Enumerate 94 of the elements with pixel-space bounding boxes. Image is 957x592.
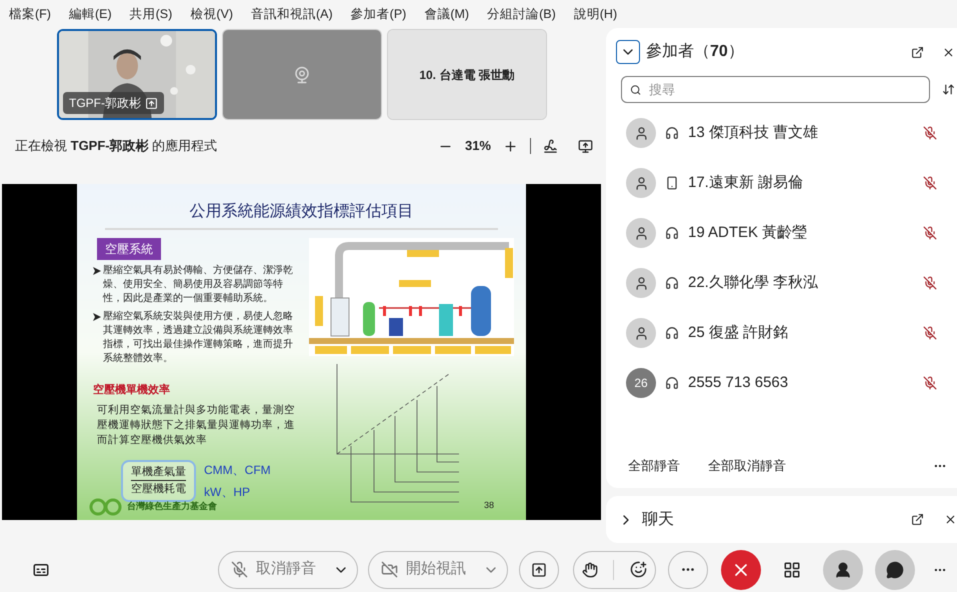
screen-button[interactable] [578, 138, 593, 154]
participant-name: 17.遠東新 謝易倫 [688, 172, 804, 193]
video-tile[interactable] [222, 29, 382, 120]
participant-row[interactable]: 26 2555 713 6563 [606, 358, 957, 408]
zoom-in-button[interactable] [503, 138, 518, 154]
search-icon [630, 84, 642, 96]
menu-item[interactable]: 編輯(E) [68, 5, 112, 24]
phone-icon [665, 176, 679, 190]
participant-name: 19 ADTEK 黃齡瑩 [688, 222, 808, 243]
person-icon [634, 326, 648, 340]
video-tile[interactable]: 10. 台達電 張世勳 [387, 29, 547, 120]
formula-denominator: 空壓機耗電 [131, 482, 186, 497]
participant-name: 25 復盛 許財銘 [688, 322, 790, 343]
avatar: 26 [626, 368, 656, 398]
participant-row[interactable]: 25 復盛 許財銘 [606, 308, 957, 358]
leave-button[interactable] [721, 550, 761, 590]
panel-title: 參加者（70） [646, 42, 745, 62]
menu-item[interactable]: 參加者(P) [350, 5, 406, 24]
headset-icon [665, 126, 679, 140]
video-tile[interactable]: TGPF-郭政彬 [57, 29, 217, 120]
action-link[interactable]: 全部取消靜音 [708, 456, 786, 476]
camera-icon [293, 66, 311, 84]
logo-icon [89, 498, 123, 516]
chat-bubble-icon [886, 560, 904, 578]
participant-row[interactable]: 22.久聯化學 李秋泓 [606, 258, 957, 308]
pop-out-icon[interactable] [911, 513, 924, 526]
headset-icon [665, 226, 679, 240]
viewing-status: 正在檢視 TGPF-郭政彬 的應用程式 [15, 137, 218, 156]
person-icon [634, 176, 648, 190]
participants-button[interactable] [823, 550, 863, 590]
logo-text: 台灣綠色生產力基金會 [127, 500, 217, 514]
menu-item[interactable]: 會議(M) [424, 5, 470, 24]
bullet-text: 壓縮空氣具有易於傳輸、方便儲存、潔淨乾燥、使用安全、簡易使用及容易調節等特性，因此是產業的一個重要輔助系統。 [103, 264, 294, 306]
bullet-text: 壓縮空氣系統安裝與使用方便，易使人忽略其運轉效率，透過建立設備與系統運轉效率指標，可找出最佳操作運轉策略，進而提升系統整體效率。 [103, 310, 294, 366]
sharing-icon [145, 96, 158, 110]
unmute-button[interactable]: 取消靜音 [218, 550, 358, 588]
action-link[interactable]: 全部靜音 [628, 456, 680, 476]
slide-paragraph: 可利用空氣流量計與多功能電表，量測空壓機運轉狀態下之排氣量與運轉功率，進而計算空壓機供氣效率 [96, 402, 296, 448]
unit-text: CMM、CFM [204, 462, 271, 478]
search-input[interactable]: 搜尋 [649, 80, 921, 100]
page-number: 38 [484, 498, 494, 512]
menu-item[interactable]: 共用(S) [130, 5, 172, 24]
bullet-arrow-icon [93, 267, 101, 275]
person-icon [634, 276, 648, 290]
video-off-icon [381, 561, 398, 578]
participant-name: 2555 713 6563 [688, 372, 790, 393]
slide-heading: 空壓機單機效率 [93, 382, 171, 398]
close-icon[interactable] [942, 46, 955, 58]
mic-off-icon[interactable] [923, 126, 937, 140]
mic-off-icon[interactable] [923, 276, 937, 290]
collapse-button[interactable] [616, 40, 640, 64]
participant-row[interactable]: 19 ADTEK 黃齡瑩 [606, 208, 957, 258]
raise-hand-button[interactable] [582, 562, 598, 578]
mic-off-icon[interactable] [923, 376, 937, 390]
participant-name: TGPF-郭政彬 [69, 95, 141, 112]
section-label: 空壓系統 [97, 238, 161, 260]
participant-row[interactable]: 17.遠東新 謝易倫 [606, 158, 957, 208]
sort-icon[interactable] [942, 83, 955, 96]
headset-icon [665, 326, 679, 340]
formula-numerator: 單機產氣量 [131, 464, 186, 481]
mic-off-icon [231, 561, 248, 578]
person-icon [834, 560, 852, 578]
menu-item[interactable]: 檢視(V) [190, 5, 233, 24]
start-video-button[interactable]: 開始視訊 [368, 550, 508, 588]
menu-item[interactable]: 檔案(F) [9, 5, 51, 24]
annotate-button[interactable] [543, 138, 558, 154]
panel-title: 聊天 [642, 510, 675, 530]
mic-off-icon[interactable] [923, 326, 937, 340]
apps-button[interactable] [783, 560, 801, 578]
mic-off-icon[interactable] [923, 226, 937, 240]
participant-name: 13 傑頂科技 曹文雄 [688, 122, 820, 143]
reaction-button[interactable] [630, 561, 648, 578]
participant-row[interactable]: 13 傑頂科技 曹文雄 [606, 108, 957, 158]
close-icon[interactable] [944, 513, 957, 526]
share-button[interactable] [519, 550, 559, 588]
mic-off-icon[interactable] [923, 176, 937, 190]
person-icon [634, 226, 648, 240]
slide-title: 公用系統能源績效指標評估項目 [105, 192, 498, 230]
unit-text: kW、HP [204, 484, 251, 500]
menu-item[interactable]: 音訊和視訊(A) [250, 5, 333, 24]
pop-out-icon[interactable] [911, 46, 924, 58]
person-icon [634, 126, 648, 140]
share-icon [531, 562, 547, 578]
headset-icon [665, 276, 679, 290]
headset-icon [665, 376, 679, 390]
bullet-arrow-icon [93, 313, 101, 321]
participant-name: 10. 台達電 張世勳 [419, 66, 515, 84]
menu-item[interactable]: 說明(H) [574, 5, 618, 24]
ellipsis-icon [682, 568, 694, 571]
zoom-level: 31% [464, 137, 491, 156]
menu-item[interactable]: 分組討論(B) [487, 5, 556, 24]
participant-name: 22.久聯化學 李秋泓 [688, 272, 820, 293]
chat-button[interactable] [875, 550, 915, 590]
search-field[interactable]: 搜尋 [621, 76, 930, 103]
